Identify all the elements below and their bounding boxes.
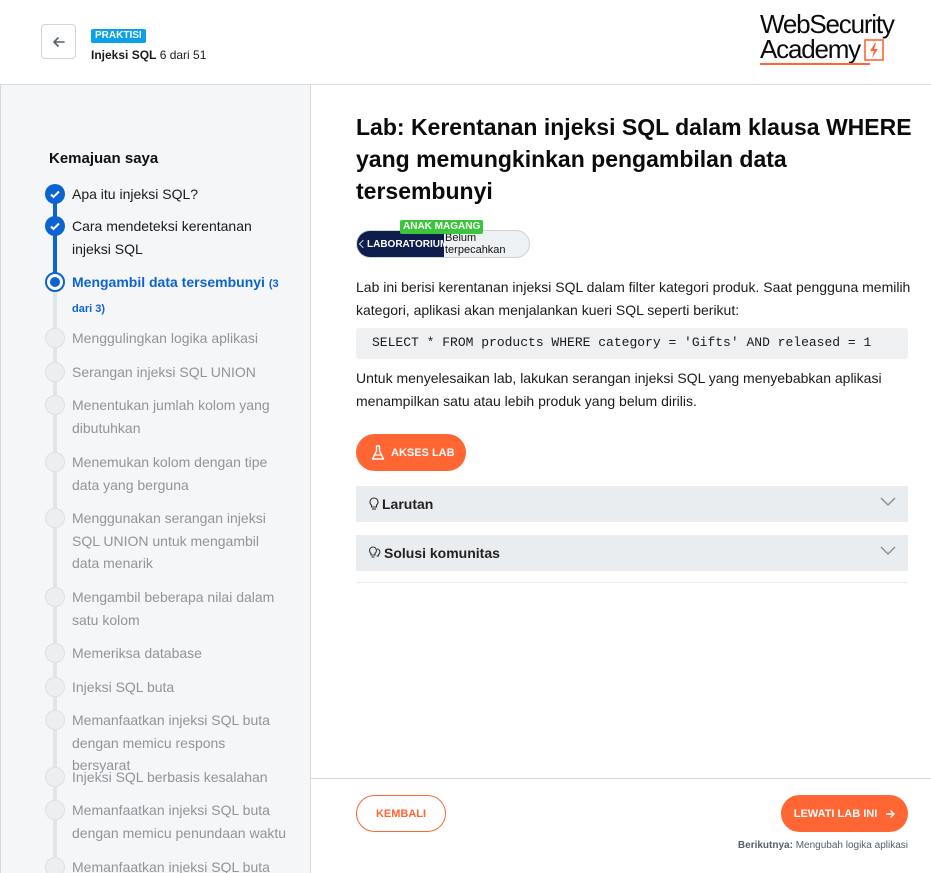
- web-security-academy-logo[interactable]: WebSecurity Academy: [760, 11, 910, 70]
- incomplete-step-icon: [45, 800, 65, 820]
- sidebar-item-label: Apa itu injeksi SQL?: [72, 186, 199, 202]
- lab-title: Lab: Kerentanan injeksi SQL dalam klausa…: [356, 114, 912, 204]
- lab-instruction: Untuk menyelesaikan lab, lakukan seranga…: [356, 370, 882, 409]
- check-icon: [45, 184, 65, 204]
- sidebar-item-label: Mengambil beberapa nilai dalam satu kolo…: [72, 589, 275, 628]
- check-icon: [45, 216, 65, 236]
- main-content: Lab: Kerentanan injeksi SQL dalam klausa…: [311, 85, 931, 873]
- topic-counter: 6 dari 51: [159, 48, 207, 62]
- sidebar-item-label: Menentukan jumlah kolom yang dibutuhkan: [72, 397, 270, 436]
- next-label: Berikutnya:: [737, 840, 793, 851]
- skip-lab-button[interactable]: LEWATI LAB INI: [781, 795, 908, 832]
- practitioner-badge: PRAKTISI: [91, 29, 146, 43]
- flask-icon: [371, 444, 385, 460]
- back-button[interactable]: [41, 24, 76, 59]
- content-divider: [356, 582, 908, 583]
- incomplete-step-icon: [45, 395, 65, 415]
- incomplete-step-icon: [45, 587, 65, 607]
- lab-tag: LABORATORIUM: [357, 231, 444, 257]
- logo-text-line2: Academy: [760, 34, 861, 64]
- sidebar-item-label: Memanfaatkan injeksi SQL buta: [72, 859, 270, 873]
- current-step-icon: [45, 272, 65, 292]
- sidebar-item-label: Injeksi SQL buta: [72, 679, 175, 695]
- breadcrumb: PRAKTISI Injeksi SQL 6 dari 51: [91, 25, 206, 62]
- incomplete-step-icon: [45, 677, 65, 697]
- community-lightbulb-icon: [369, 546, 381, 558]
- arrow-left-icon: [52, 36, 65, 47]
- level-badge: ANAK MAGANG: [400, 220, 484, 234]
- sidebar-item-label: Serangan injeksi SQL UNION: [72, 364, 256, 380]
- back-lab-button[interactable]: KEMBALI: [356, 795, 446, 832]
- lab-description: Lab ini berisi kerentanan injeksi SQL da…: [356, 279, 911, 318]
- sidebar-item-label: Memeriksa database: [72, 645, 202, 661]
- sidebar-item-label: Menggunakan serangan injeksi SQL UNION u…: [72, 510, 266, 571]
- progress-sidebar: Kemajuan saya Apa itu injeksi SQL? Cara …: [0, 85, 311, 873]
- sidebar-item-label: Mengambil data tersembunyi (3 dari 3): [72, 271, 287, 320]
- sql-code-block: SELECT * FROM products WHERE category = …: [356, 328, 908, 359]
- access-lab-label: AKSES LAB: [391, 446, 455, 459]
- access-lab-button[interactable]: AKSES LAB: [356, 434, 466, 471]
- chevron-down-icon: [880, 546, 896, 556]
- accordion-community-solutions[interactable]: Solusi komunitas: [356, 535, 908, 571]
- incomplete-step-icon: [45, 643, 65, 663]
- lightbulb-icon: [369, 497, 379, 510]
- lab-status: Belum terpecahkan: [445, 232, 506, 256]
- accordion-label: Larutan: [382, 496, 434, 512]
- incomplete-step-icon: [45, 508, 65, 528]
- sidebar-item-label: Injeksi SQL berbasis kesalahan: [72, 769, 268, 785]
- sidebar-item-label: Cara mendeteksi kerentanan injeksi SQL: [72, 218, 252, 257]
- lab-footer: KEMBALI LEWATI LAB INI Berikutnya: Mengu…: [311, 778, 931, 873]
- next-topic-title: Mengubah logika aplikasi: [795, 840, 908, 851]
- topic-progress: Injeksi SQL 6 dari 51: [91, 48, 206, 62]
- incomplete-step-icon: [45, 857, 65, 873]
- incomplete-step-icon: [45, 710, 65, 730]
- lightning-bolt-icon: [864, 39, 884, 61]
- incomplete-step-icon: [45, 328, 65, 348]
- next-topic-info[interactable]: Berikutnya: Mengubah logika aplikasi: [738, 840, 908, 851]
- skip-lab-label: LEWATI LAB INI: [793, 807, 878, 820]
- arrow-right-icon: [886, 809, 896, 818]
- topic-title: Injeksi SQL: [91, 48, 157, 62]
- sidebar-item-label: Menemukan kolom dengan tipe data yang be…: [72, 454, 268, 493]
- incomplete-step-icon: [45, 452, 65, 472]
- sidebar-item-label: Menggulingkan logika aplikasi: [72, 330, 259, 346]
- top-header: PRAKTISI Injeksi SQL 6 dari 51 WebSecuri…: [0, 0, 931, 85]
- accordion-solution[interactable]: Larutan: [356, 486, 908, 522]
- sidebar-item-current-label: Mengambil data tersembunyi: [72, 274, 265, 290]
- sidebar-item-label: Memanfaatkan injeksi SQL buta dengan mem…: [72, 802, 287, 841]
- incomplete-step-icon: [45, 362, 65, 382]
- accordion-label: Solusi komunitas: [384, 545, 500, 561]
- lab-status-pill: LABORATORIUM Belum terpecahkan ANAK MAGA…: [356, 220, 530, 258]
- incomplete-step-icon: [45, 767, 65, 787]
- logo-underline: [760, 63, 870, 65]
- sidebar-title: Kemajuan saya: [49, 150, 159, 167]
- progress-track-completed: [53, 195, 57, 277]
- logo-line2: Academy: [760, 34, 910, 64]
- chevron-down-icon: [880, 497, 896, 507]
